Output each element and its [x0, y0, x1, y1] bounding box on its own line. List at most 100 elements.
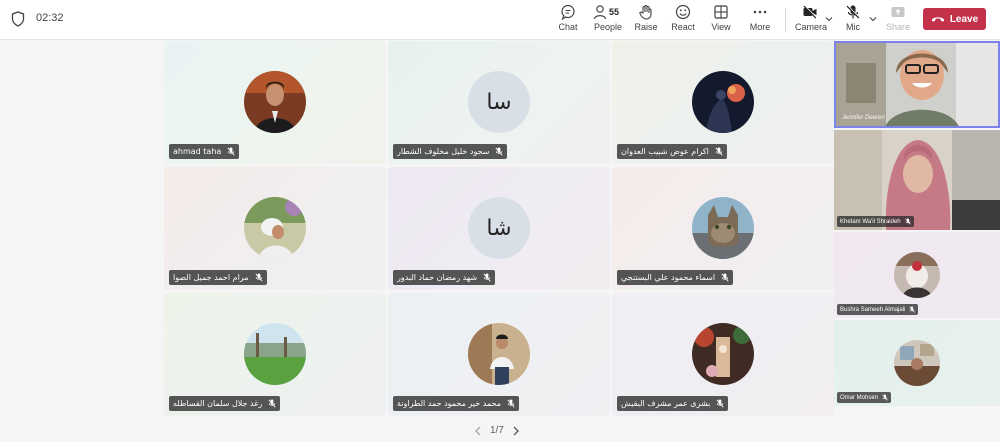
- mic-button[interactable]: Mic: [842, 4, 864, 36]
- mic-off-icon: [507, 399, 515, 408]
- participant-name: ahmad taha: [173, 147, 222, 156]
- meeting-timer: 02:32: [36, 12, 64, 24]
- mic-off-icon: [268, 399, 276, 408]
- react-button[interactable]: React: [671, 4, 695, 36]
- more-button[interactable]: More: [746, 4, 774, 36]
- camera-button[interactable]: Camera: [795, 4, 828, 36]
- view-button[interactable]: View: [709, 4, 733, 36]
- participant-name: رغد جلال سلمان القساطله: [173, 399, 263, 408]
- participant-nametag: Khetam Wa'il Shraideh: [837, 216, 914, 227]
- participant-name: محمد خير محمود حمد الطراونة: [397, 399, 501, 408]
- people-count-badge: 55: [609, 7, 620, 17]
- mic-off-icon: [495, 147, 503, 156]
- camera-label: Camera: [795, 22, 828, 32]
- participant-name: Bushra Sameeh Almajali: [840, 306, 906, 313]
- participant-nametag: مرام احمد جميل الصوا: [169, 270, 267, 285]
- video-tile[interactable]: Omar Mohsen: [834, 320, 1000, 406]
- page-indicator: 1/7: [490, 425, 504, 436]
- participant-photo: [244, 323, 306, 385]
- participant-nametag: رغد جلال سلمان القساطله: [169, 396, 281, 411]
- participant-grid: ahmad taha سا سجود خليل مخلوف الشطار اكر…: [164, 41, 834, 418]
- camera-options-chevron-down-icon[interactable]: [824, 14, 834, 24]
- participant-tile[interactable]: اسماء محمود علي البستنجي: [612, 167, 834, 290]
- participant-nametag: محمد خير محمود حمد الطراونة: [393, 396, 519, 411]
- video-tile[interactable]: Bushra Sameeh Almajali: [834, 232, 1000, 318]
- participant-tile[interactable]: سا سجود خليل مخلوف الشطار: [388, 41, 610, 164]
- mic-off-icon: [254, 273, 263, 282]
- people-button[interactable]: 55 People: [590, 4, 626, 36]
- participant-initials-avatar: شا: [468, 197, 530, 259]
- share-label: Share: [886, 22, 911, 32]
- participant-nametag: سجود خليل مخلوف الشطار: [393, 144, 508, 159]
- participant-name: اكرام عوض شبيب العدوان: [621, 147, 709, 156]
- participant-photo: [894, 340, 940, 386]
- raise-label: Raise: [634, 22, 658, 32]
- participant-name: Omar Mohsen: [840, 394, 879, 401]
- meeting-toolbar: 02:32 Chat 55 People Raise React View Mo…: [0, 0, 1000, 40]
- mic-off-icon: [716, 399, 724, 408]
- participant-tile[interactable]: رغد جلال سلمان القساطله: [164, 293, 386, 416]
- participant-photo: [244, 197, 306, 259]
- grid-view-icon: [714, 5, 728, 19]
- participant-name: سجود خليل مخلوف الشطار: [397, 147, 490, 156]
- participant-photo: [692, 323, 754, 385]
- mic-off-icon: [882, 394, 888, 401]
- video-feed: [834, 130, 1000, 230]
- leave-button[interactable]: Leave: [923, 8, 986, 30]
- participant-tile[interactable]: محمد خير محمود حمد الطراونة: [388, 293, 610, 416]
- pagination: 1/7: [474, 425, 520, 436]
- leave-label: Leave: [949, 13, 979, 25]
- participant-name: Jennifer Deeren: [842, 114, 885, 121]
- emoji-icon: [675, 4, 691, 20]
- mic-off-icon: [846, 5, 860, 19]
- participant-nametag: اكرام عوض شبيب العدوان: [617, 144, 727, 159]
- share-screen-icon: [891, 7, 905, 17]
- participant-photo: [692, 197, 754, 259]
- participant-photo: [244, 71, 306, 133]
- participant-tile[interactable]: بشرى عمر مشرف البقيش: [612, 293, 834, 416]
- participant-photo: [894, 252, 940, 298]
- react-label: React: [671, 22, 695, 32]
- people-label: People: [593, 22, 623, 32]
- participant-name: اسماء محمود علي البستنجي: [621, 273, 716, 282]
- chat-button[interactable]: Chat: [556, 4, 580, 36]
- mic-off-icon: [904, 218, 911, 225]
- participant-name: Khetam Wa'il Shraideh: [840, 218, 901, 225]
- mic-off-icon: [227, 147, 235, 156]
- shield-icon[interactable]: [11, 11, 25, 27]
- mic-off-icon: [909, 306, 916, 313]
- mic-off-icon: [721, 273, 729, 282]
- participant-nametag: ahmad taha: [169, 144, 240, 159]
- participant-photo: [692, 71, 754, 133]
- mic-options-chevron-down-icon[interactable]: [868, 14, 878, 24]
- more-dots-icon: [753, 10, 767, 14]
- participant-tile[interactable]: مرام احمد جميل الصوا: [164, 167, 386, 290]
- camera-off-icon: [803, 5, 817, 19]
- participant-initials-avatar: سا: [468, 71, 530, 133]
- video-tile[interactable]: Khetam Wa'il Shraideh: [834, 130, 1000, 230]
- participant-photo: [468, 323, 530, 385]
- chevron-left-icon[interactable]: [474, 426, 482, 436]
- toolbar-divider: [785, 8, 786, 32]
- participant-nametag: Jennifer Deeren: [839, 112, 888, 123]
- mic-off-icon: [483, 273, 491, 282]
- mic-off-icon: [715, 147, 723, 156]
- hand-icon: [639, 4, 652, 20]
- raise-hand-button[interactable]: Raise: [634, 4, 658, 36]
- chat-label: Chat: [558, 22, 578, 32]
- more-label: More: [749, 22, 771, 32]
- participant-tile[interactable]: ahmad taha: [164, 41, 386, 164]
- video-tile[interactable]: Jennifer Deeren: [834, 41, 1000, 128]
- chevron-right-icon[interactable]: [512, 426, 520, 436]
- participant-name: شهد رمضان حماد البدور: [397, 273, 478, 282]
- participant-name: بشرى عمر مشرف البقيش: [621, 399, 711, 408]
- chat-icon: [561, 4, 575, 20]
- participant-nametag: Omar Mohsen: [837, 392, 892, 403]
- participant-tile[interactable]: شا شهد رمضان حماد البدور: [388, 167, 610, 290]
- mic-label: Mic: [846, 22, 860, 32]
- participant-tile[interactable]: اكرام عوض شبيب العدوان: [612, 41, 834, 164]
- view-label: View: [711, 22, 731, 32]
- hang-up-icon: [931, 17, 944, 22]
- participant-nametag: Bushra Sameeh Almajali: [837, 304, 919, 315]
- share-button[interactable]: Share: [886, 4, 910, 36]
